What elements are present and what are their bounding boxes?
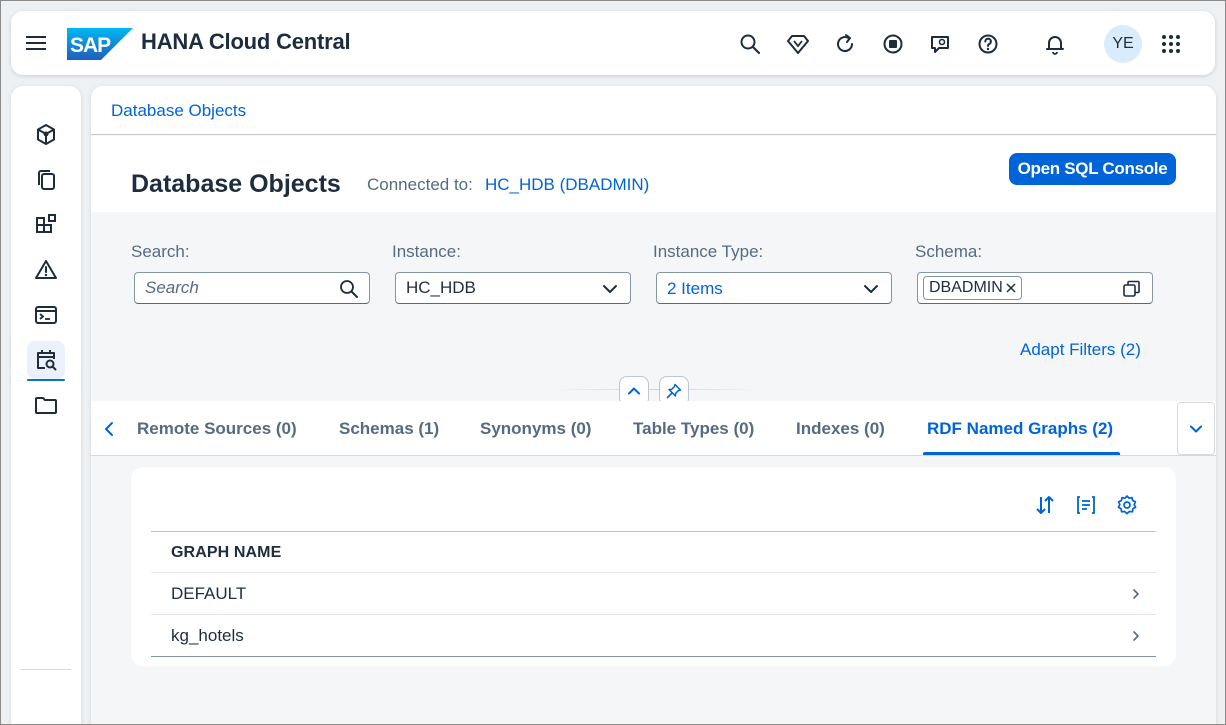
- bell-icon[interactable]: [1043, 32, 1067, 56]
- avatar[interactable]: YE: [1104, 25, 1142, 63]
- app-title: HANA Cloud Central: [141, 29, 351, 54]
- tab-rdf-named-graphs[interactable]: RDF Named Graphs (2): [927, 419, 1113, 439]
- menu-icon[interactable]: [25, 32, 47, 54]
- instance-label: Instance:: [392, 242, 461, 261]
- group-icon[interactable]: [1074, 493, 1098, 517]
- side-navigation: [11, 86, 81, 725]
- blocks-icon[interactable]: [27, 206, 65, 244]
- instance-type-value[interactable]: 2 Items: [667, 279, 723, 299]
- main-panel: Database Objects Database Objects Connec…: [91, 86, 1216, 725]
- chevron-down-icon: [1190, 425, 1202, 432]
- stop-icon[interactable]: [881, 32, 905, 56]
- svg-text:SAP: SAP: [70, 34, 111, 57]
- folder-icon[interactable]: [27, 386, 65, 424]
- connected-instance-link[interactable]: HC_HDB (DBADMIN): [485, 175, 649, 195]
- feedback-icon[interactable]: [928, 32, 952, 56]
- alert-icon[interactable]: [27, 251, 65, 289]
- sort-icon[interactable]: [1033, 493, 1057, 517]
- instance-type-label: Instance Type:: [653, 242, 764, 261]
- search-input[interactable]: Search: [134, 272, 370, 304]
- instance-type-select[interactable]: 2 Items: [656, 272, 892, 304]
- tab-schemas[interactable]: Schemas (1): [339, 419, 439, 439]
- connected-label: Connected to:: [367, 175, 473, 194]
- tab-synonyms[interactable]: Synonyms (0): [480, 419, 591, 439]
- settings-icon[interactable]: [1115, 493, 1139, 517]
- instance-select[interactable]: HC_HDB: [395, 272, 631, 304]
- rdf-graphs-table: GRAPH NAME DEFAULT kg_hotels: [131, 467, 1176, 666]
- chevron-left-icon[interactable]: [99, 417, 119, 441]
- open-sql-console-button[interactable]: Open SQL Console: [1009, 153, 1176, 185]
- refresh-icon[interactable]: [833, 32, 857, 56]
- page-title: Database Objects: [131, 170, 341, 198]
- graph-name-cell: DEFAULT: [171, 584, 247, 603]
- pin-icon: [666, 383, 682, 399]
- tab-overflow-button[interactable]: [1177, 402, 1215, 455]
- tab-table-types[interactable]: Table Types (0): [633, 419, 754, 439]
- graph-name-cell: kg_hotels: [171, 626, 244, 645]
- close-icon[interactable]: [1006, 283, 1016, 293]
- page-header: Database Objects Connected to: HC_HDB (D…: [91, 136, 1216, 212]
- chevron-right-icon: [1133, 631, 1139, 641]
- chevron-up-icon: [628, 387, 640, 395]
- table-header: GRAPH NAME: [151, 531, 1156, 573]
- tab-remote-sources[interactable]: Remote Sources (0): [137, 419, 297, 439]
- chevron-down-icon[interactable]: [861, 279, 881, 299]
- table-row[interactable]: DEFAULT: [151, 573, 1156, 615]
- grid-icon[interactable]: [1159, 32, 1183, 56]
- schema-token[interactable]: DBADMIN: [923, 276, 1022, 300]
- diamond-icon[interactable]: [786, 32, 810, 56]
- adapt-filters-link[interactable]: Adapt Filters (2): [1020, 340, 1141, 360]
- instance-value: HC_HDB: [406, 278, 476, 297]
- chevron-right-icon: [1133, 589, 1139, 599]
- search-icon[interactable]: [339, 279, 359, 299]
- table-row[interactable]: kg_hotels: [151, 615, 1156, 657]
- tab-selection-indicator: [923, 452, 1120, 455]
- search-label: Search:: [131, 242, 190, 261]
- collapse-divider: [551, 389, 761, 390]
- calendar-search-icon[interactable]: [27, 341, 65, 381]
- shell-bar: SAP HANA Cloud Central YE: [11, 11, 1215, 75]
- breadcrumb-bar: Database Objects: [91, 86, 1216, 135]
- value-help-icon[interactable]: [1122, 279, 1142, 299]
- sap-logo: SAP: [67, 28, 133, 60]
- schema-label: Schema:: [915, 242, 983, 261]
- chevron-down-icon[interactable]: [600, 279, 620, 299]
- column-header-graph-name: GRAPH NAME: [171, 544, 282, 561]
- cube-icon[interactable]: [27, 116, 65, 154]
- help-icon[interactable]: [976, 32, 1000, 56]
- tab-bar: Remote Sources (0) Schemas (1) Synonyms …: [91, 401, 1216, 456]
- schema-multi-input[interactable]: DBADMIN: [917, 272, 1153, 304]
- breadcrumb[interactable]: Database Objects: [111, 101, 246, 121]
- search-icon[interactable]: [738, 32, 762, 56]
- copy-icon[interactable]: [27, 161, 65, 199]
- console-icon[interactable]: [27, 296, 65, 334]
- search-placeholder: Search: [145, 278, 199, 297]
- tab-indexes[interactable]: Indexes (0): [796, 419, 885, 439]
- schema-token-label: DBADMIN: [929, 279, 1003, 296]
- nav-divider: [21, 669, 71, 670]
